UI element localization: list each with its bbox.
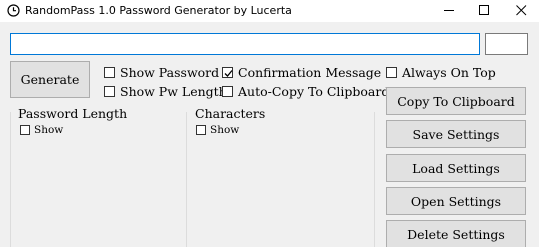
close-button[interactable] xyxy=(503,0,539,22)
show-pw-length-checkbox[interactable]: Show Pw Length xyxy=(104,84,227,99)
checkbox-box-checked[interactable] xyxy=(222,67,233,78)
characters-show-checkbox[interactable]: Show xyxy=(196,124,239,136)
checkbox-box[interactable] xyxy=(104,86,115,97)
auto-copy-label: Auto-Copy To Clipboard xyxy=(238,84,390,99)
save-settings-button[interactable]: Save Settings xyxy=(386,120,526,148)
confirmation-message-label: Confirmation Message xyxy=(238,65,382,80)
checkbox-box[interactable] xyxy=(20,125,30,135)
maximize-icon xyxy=(479,5,489,15)
checkmark-icon xyxy=(224,70,233,77)
auto-copy-checkbox[interactable]: Auto-Copy To Clipboard xyxy=(222,84,389,99)
group-border xyxy=(186,112,187,247)
window-title: RandomPass 1.0 Password Generator by Luc… xyxy=(25,4,292,17)
delete-settings-button[interactable]: Delete Settings xyxy=(386,220,526,247)
copy-to-clipboard-button[interactable]: Copy To Clipboard xyxy=(386,87,526,115)
group-border xyxy=(374,112,375,247)
checkbox-box[interactable] xyxy=(386,67,397,78)
load-settings-button[interactable]: Load Settings xyxy=(386,154,526,182)
maximize-button[interactable] xyxy=(466,0,502,22)
password-length-show-checkbox[interactable]: Show xyxy=(20,124,63,136)
checkbox-box[interactable] xyxy=(196,125,206,135)
title-bar: RandomPass 1.0 Password Generator by Luc… xyxy=(0,0,539,22)
confirmation-message-checkbox[interactable]: Confirmation Message xyxy=(222,65,381,80)
minimize-button[interactable] xyxy=(431,0,467,22)
group-border xyxy=(10,112,11,247)
checkbox-box[interactable] xyxy=(104,67,115,78)
characters-group-label: Characters xyxy=(195,106,266,121)
show-password-checkbox[interactable]: Show Password xyxy=(104,65,219,80)
clock-icon xyxy=(7,4,20,17)
show-password-label: Show Password xyxy=(120,65,220,80)
always-on-top-label: Always On Top xyxy=(402,65,496,80)
minimize-icon xyxy=(444,10,454,11)
password-length-group-label: Password Length xyxy=(18,106,128,121)
show-pw-length-label: Show Pw Length xyxy=(120,84,227,99)
open-settings-button[interactable]: Open Settings xyxy=(386,187,526,215)
always-on-top-checkbox[interactable]: Always On Top xyxy=(386,65,496,80)
characters-show-label: Show xyxy=(210,124,240,136)
close-icon xyxy=(516,5,527,16)
password-length-show-label: Show xyxy=(34,124,64,136)
generate-button[interactable]: Generate xyxy=(10,61,90,98)
password-output-field[interactable] xyxy=(10,33,480,55)
checkbox-box[interactable] xyxy=(222,86,233,97)
password-length-field[interactable] xyxy=(485,33,528,55)
